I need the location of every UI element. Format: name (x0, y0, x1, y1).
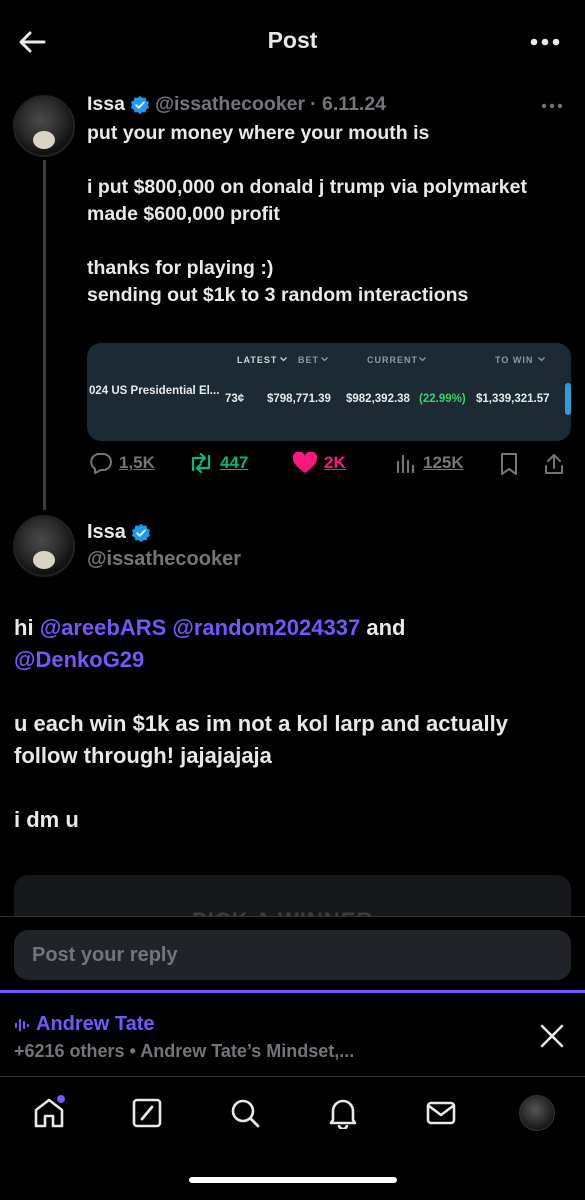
reply-icon (90, 453, 112, 474)
nav-compose[interactable] (127, 1093, 167, 1133)
views-icon (396, 454, 415, 474)
close-icon (540, 1024, 564, 1048)
tweet2-text: hi @areebARS @random2024337 and @DenkoG2… (14, 612, 574, 836)
tweet2-paragraph: u each win $1k as im not a kol larp and … (14, 711, 508, 768)
audio-wave-icon (14, 1018, 30, 1031)
nav-notifications[interactable] (323, 1093, 363, 1133)
share-icon (545, 454, 563, 474)
reply-bar: Post your reply (0, 916, 585, 992)
chevron-down-icon (538, 357, 545, 362)
more-icon (541, 103, 563, 109)
reply-count: 1,5K (119, 453, 155, 472)
market-name: 024 US Presidential El... (89, 385, 220, 397)
messages-icon (426, 1101, 456, 1125)
spaces-subtitle: +6216 others • Andrew Tate’s Mindset,... (14, 1041, 355, 1061)
tweet1-author-name[interactable]: Issa (87, 93, 125, 116)
search-icon (231, 1099, 260, 1128)
tweet1-text: put your money where your mouth is i put… (87, 120, 557, 309)
bet-amount: $798,771.39 (267, 393, 331, 405)
tweet1-actions: 1,5K 447 2K 125K (87, 452, 571, 478)
tweet2-line1: hi @areebARS @random2024337 and @DenkoG2… (14, 612, 574, 676)
more-icon (530, 38, 560, 46)
nav-messages[interactable] (421, 1093, 461, 1133)
mention-link[interactable]: @DenkoG29 (14, 647, 144, 672)
like-count: 2K (324, 453, 346, 472)
col-to-win: TO WIN (495, 355, 534, 365)
tweet1-handle[interactable]: @issathecooker (155, 93, 305, 116)
view-count: 125K (423, 453, 464, 472)
polymarket-embed-image[interactable]: LATEST BET CURRENT TO WIN 024 US Preside… (87, 343, 571, 441)
nav-profile[interactable] (517, 1093, 557, 1133)
views-button[interactable]: 125K (395, 452, 464, 474)
bookmark-icon (501, 453, 517, 475)
thread-line (43, 160, 46, 510)
profile-avatar (519, 1095, 555, 1131)
tweet1-header: Issa @issathecooker · 6.11.24 (87, 93, 386, 116)
tweet2-handle[interactable]: @issathecooker (87, 548, 241, 571)
like-button[interactable]: 2K (292, 452, 346, 474)
greeting-text: hi (14, 615, 34, 640)
notification-dot (57, 1095, 65, 1103)
back-button[interactable] (14, 24, 50, 60)
mention-link[interactable]: @areebARS (40, 615, 167, 640)
tweet2-header: Issa (87, 521, 156, 544)
spaces-bar[interactable]: Andrew Tate +6216 others • Andrew Tate’s… (0, 990, 585, 1076)
tweet1-date: · 6.11.24 (310, 93, 387, 115)
reply-placeholder: Post your reply (32, 943, 178, 966)
to-win-amount: $1,339,321.57 (476, 393, 550, 405)
tweet2-author-name[interactable]: Issa (87, 521, 126, 544)
and-text: and (366, 615, 406, 640)
top-bar: Post (0, 0, 585, 80)
chevron-down-icon (419, 357, 426, 362)
close-spaces-button[interactable] (539, 1023, 565, 1049)
market-price: 73¢ (225, 393, 245, 405)
reply-button[interactable]: 1,5K (89, 452, 155, 474)
spaces-host: Andrew Tate (14, 1013, 155, 1036)
embed-scroll-indicator (565, 383, 571, 415)
back-arrow-icon (19, 31, 46, 53)
verified-badge-icon (130, 95, 149, 114)
current-value: $982,392.38 (346, 393, 410, 405)
nav-search[interactable] (225, 1093, 265, 1133)
spaces-host-name: Andrew Tate (36, 1013, 155, 1035)
tweet2-avatar[interactable] (13, 515, 75, 577)
chevron-down-icon (280, 357, 287, 362)
repost-button[interactable]: 447 (188, 452, 248, 474)
page-title: Post (267, 26, 318, 53)
home-indicator (189, 1177, 397, 1183)
tweet1-body: put your money where your mouth is i put… (87, 122, 527, 306)
more-options-button[interactable] (527, 30, 563, 54)
verified-badge-icon (131, 523, 150, 542)
repost-icon (191, 452, 211, 474)
col-bet: BET (298, 355, 319, 365)
repost-count: 447 (220, 453, 249, 472)
col-latest: LATEST (237, 355, 278, 365)
tweet1-avatar[interactable] (13, 95, 75, 157)
change-percent: (22.99%) (419, 393, 466, 405)
chevron-down-icon (321, 357, 328, 362)
tweet2-paragraph: i dm u (14, 807, 79, 832)
mention-link[interactable]: @random2024337 (172, 615, 360, 640)
col-current: CURRENT (367, 355, 418, 365)
compose-icon (132, 1098, 162, 1128)
share-button[interactable] (543, 452, 565, 476)
tweet1-more-button[interactable] (537, 96, 567, 116)
notifications-icon (329, 1099, 357, 1129)
bookmark-button[interactable] (499, 452, 519, 476)
nav-home[interactable] (29, 1093, 69, 1133)
heart-icon (292, 452, 318, 473)
reply-input[interactable]: Post your reply (14, 930, 571, 980)
